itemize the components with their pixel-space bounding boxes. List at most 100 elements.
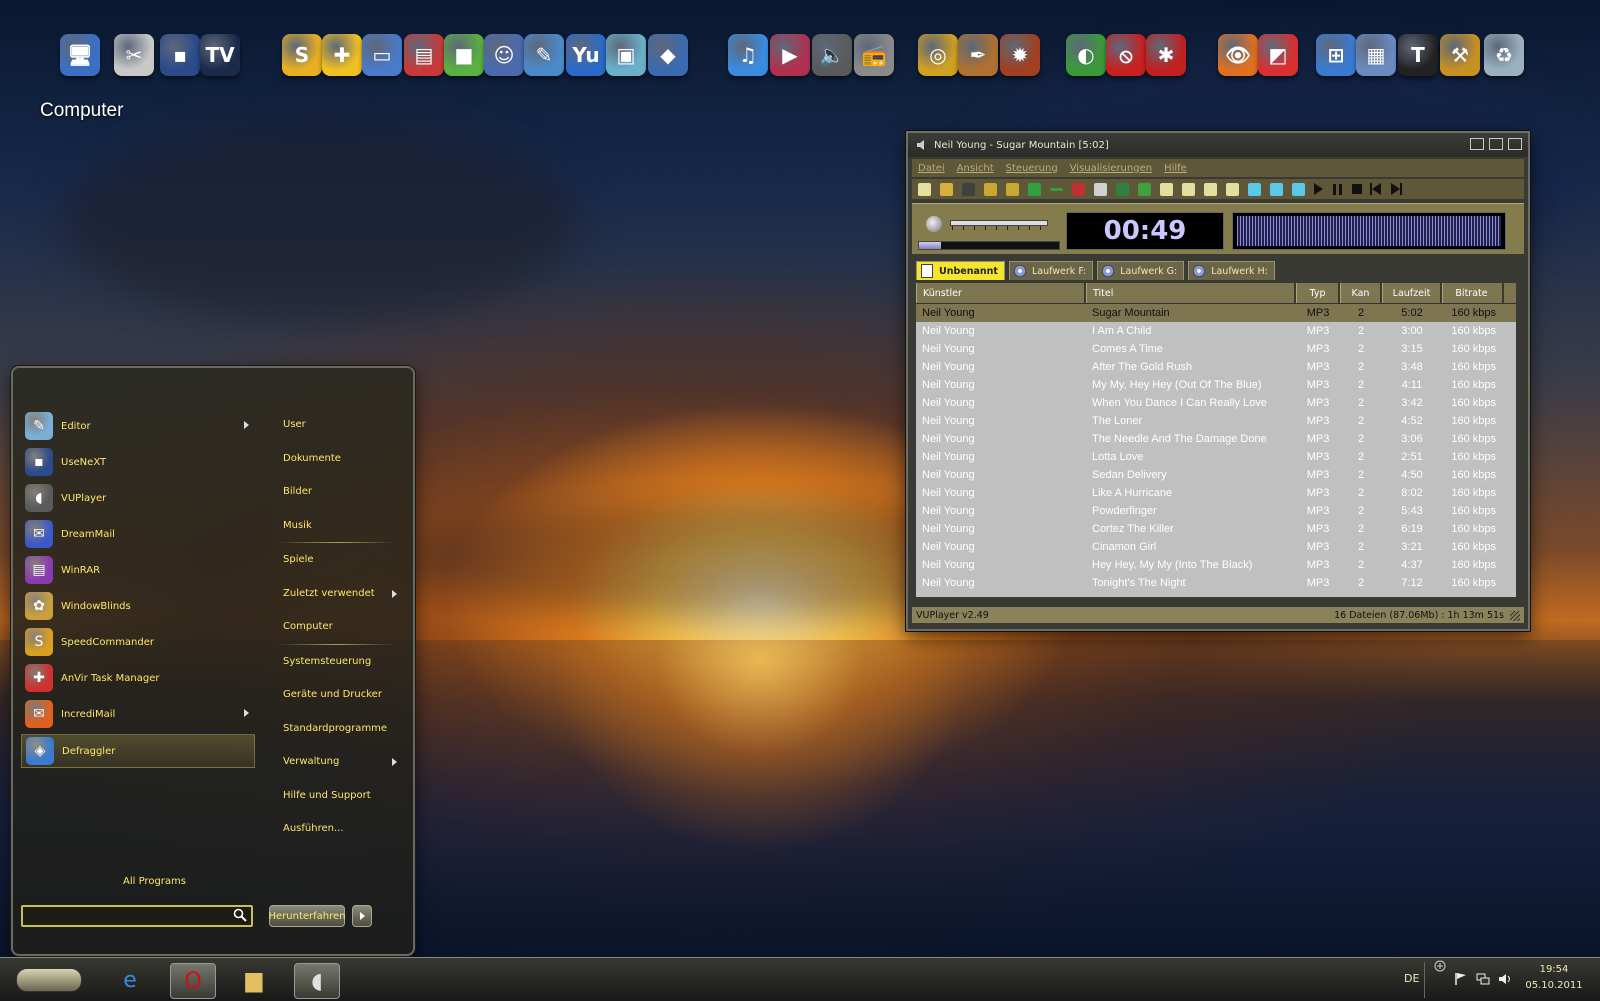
start-place-musik[interactable]: Musik <box>269 509 409 543</box>
hat-icon[interactable]: ◆ <box>648 34 688 76</box>
shutdown-options-button[interactable] <box>352 905 372 927</box>
column-header[interactable]: Typ <box>1296 283 1340 303</box>
table-row[interactable]: Neil Young Sugar Mountain MP3 2 5:02 160 kbps <box>916 304 1516 322</box>
network-icon[interactable] <box>1476 972 1490 986</box>
flag-icon[interactable] <box>1454 972 1468 986</box>
opera-icon[interactable]: O <box>170 963 216 999</box>
radio-icon[interactable]: 📻 <box>854 34 894 76</box>
yu-icon[interactable]: Yu <box>566 34 606 76</box>
cubes-icon[interactable]: ■ <box>444 34 484 76</box>
menu-ansicht[interactable]: Ansicht <box>957 163 994 174</box>
grid-icon[interactable] <box>1138 182 1151 196</box>
start-button[interactable] <box>16 968 82 992</box>
disc-burn-icon[interactable]: ◎ <box>918 34 958 76</box>
minimize-button[interactable] <box>1470 138 1484 150</box>
speedcommander-icon[interactable]: S <box>282 34 322 76</box>
show-hidden-icons-icon[interactable] <box>1434 960 1446 972</box>
column-header[interactable]: Kan <box>1340 283 1382 303</box>
start-place-zuletzt-verwendet[interactable]: Zuletzt verwendet <box>269 577 409 611</box>
table-row[interactable]: Neil Young Lotta Love MP3 2 2:51 160 kbps <box>916 448 1516 466</box>
language-indicator[interactable]: DE <box>1404 972 1419 985</box>
start-program-incredimail[interactable]: ✉ IncrediMail <box>21 696 255 732</box>
computer-icon[interactable]: 🖥 <box>60 34 100 76</box>
tools-icon[interactable]: ✂ <box>114 34 154 76</box>
save-icon[interactable] <box>962 182 975 196</box>
colorful-cd-icon[interactable]: ◐ <box>1066 34 1106 76</box>
tab-unbenannt[interactable]: Unbenannt <box>916 261 1005 280</box>
column-header[interactable]: Laufzeit <box>1382 283 1442 303</box>
start-place-spiele[interactable]: Spiele <box>269 543 409 577</box>
column-header[interactable]: Künstler <box>916 283 1086 303</box>
monitor-icon[interactable]: ▭ <box>362 34 402 76</box>
table-row[interactable]: Neil Young When You Dance I Can Really Lo… <box>916 394 1516 412</box>
all-programs-link[interactable]: All Programs <box>123 876 186 887</box>
ladybug-icon[interactable]: ✱ <box>1146 34 1186 76</box>
table-row[interactable]: Neil Young Cinamon Girl MP3 2 3:21 160 kbps <box>916 538 1516 556</box>
start-place-bilder[interactable]: Bilder <box>269 475 409 509</box>
chart-icon[interactable]: ◩ <box>1258 34 1298 76</box>
shutdown-button[interactable]: Herunterfahren <box>269 905 346 927</box>
table-row[interactable]: Neil Young Powderfinger MP3 2 5:43 160 kbps <box>916 502 1516 520</box>
file-explorer-icon[interactable]: ▆ <box>232 963 276 997</box>
open-folder-icon[interactable] <box>940 182 953 196</box>
start-place-ger-te-und-drucker[interactable]: Geräte und Drucker <box>269 678 409 712</box>
stop-icon[interactable] <box>1352 184 1362 194</box>
start-program-windowblinds[interactable]: ✿ WindowBlinds <box>21 588 255 624</box>
column-header[interactable]: Titel <box>1086 283 1296 303</box>
start-place-systemsteuerung[interactable]: Systemsteuerung <box>269 645 409 679</box>
puzzle-icon[interactable]: ✚ <box>322 34 362 76</box>
resize-grip[interactable] <box>1510 611 1520 621</box>
start-place-hilfe-und-support[interactable]: Hilfe und Support <box>269 779 409 813</box>
skip-icon[interactable] <box>1248 182 1261 196</box>
eye-icon[interactable]: 👁 <box>1218 34 1258 76</box>
seek-bar[interactable] <box>918 241 1060 250</box>
table-row[interactable]: Neil Young Cortez The Killer MP3 2 6:19 160 k… <box>916 520 1516 538</box>
start-search-box[interactable] <box>21 905 253 928</box>
save-playlist-icon[interactable] <box>1006 182 1019 196</box>
equalizer-icon[interactable] <box>1160 182 1173 196</box>
menu-hilfe[interactable]: Hilfe <box>1164 163 1187 174</box>
remove-icon[interactable] <box>1050 187 1063 191</box>
start-program-winrar[interactable]: ▤ WinRAR <box>21 552 255 588</box>
shirt-icon[interactable]: T <box>1398 34 1438 76</box>
table-row[interactable]: Neil Young Sedan Delivery MP3 2 4:50 160 kbps <box>916 466 1516 484</box>
recycle-bin-icon[interactable]: ♻ <box>1484 34 1524 76</box>
visualizer[interactable] <box>1232 212 1506 250</box>
menu-visualisierungen[interactable]: Visualisierungen <box>1070 163 1152 174</box>
search-icon[interactable] <box>233 908 247 922</box>
pause-icon[interactable] <box>1333 183 1342 195</box>
start-place-ausf-hren[interactable]: Ausführen... <box>269 812 409 846</box>
repeat-icon[interactable] <box>1270 182 1283 196</box>
tab-laufwerk-g[interactable]: Laufwerk G: <box>1097 261 1185 280</box>
start-program-usenext[interactable]: ▪ UseNeXT <box>21 444 255 480</box>
internet-explorer-icon[interactable]: e <box>108 963 152 997</box>
hammer-icon[interactable]: ⚒ <box>1440 34 1480 76</box>
network-icon[interactable]: ▦ <box>1356 34 1396 76</box>
table-row[interactable]: Neil Young The Needle And The Damage Done… <box>916 430 1516 448</box>
open-playlist-icon[interactable] <box>984 182 997 196</box>
shuffle-icon[interactable] <box>1292 182 1305 196</box>
burn-icon[interactable] <box>1226 182 1239 196</box>
start-program-dreammail[interactable]: ✉ DreamMail <box>21 516 255 552</box>
encode-icon[interactable] <box>1204 182 1217 196</box>
new-file-icon[interactable] <box>918 182 931 196</box>
tv-icon[interactable]: TV <box>200 34 240 76</box>
play-icon[interactable]: ▶ <box>770 34 810 76</box>
column-header[interactable]: Bitrate <box>1442 283 1504 303</box>
start-place-user[interactable]: User <box>269 408 409 442</box>
table-row[interactable]: Neil Young My My, Hey Hey (Out Of The Blu… <box>916 376 1516 394</box>
menu-steuerung[interactable]: Steuerung <box>1006 163 1058 174</box>
table-row[interactable]: Neil Young After The Gold Rush MP3 2 3:48 160… <box>916 358 1516 376</box>
menu-datei[interactable]: Datei <box>918 163 945 174</box>
start-program-vuplayer[interactable]: ◖ VUPlayer <box>21 480 255 516</box>
start-program-speedcommander[interactable]: S SpeedCommander <box>21 624 255 660</box>
diamond-icon[interactable] <box>1094 182 1107 196</box>
table-row[interactable]: Neil Young Tonight's The Night MP3 2 7:12 160… <box>916 574 1516 592</box>
delete-icon[interactable] <box>1072 182 1085 196</box>
maximize-button[interactable] <box>1489 138 1503 150</box>
winrar-icon[interactable]: ▤ <box>404 34 444 76</box>
no-entry-icon[interactable]: ⦸ <box>1106 34 1146 76</box>
drawing-icon[interactable]: ✎ <box>524 34 564 76</box>
play-icon[interactable] <box>1314 183 1323 195</box>
usenext-icon[interactable]: ▪ <box>160 34 200 76</box>
